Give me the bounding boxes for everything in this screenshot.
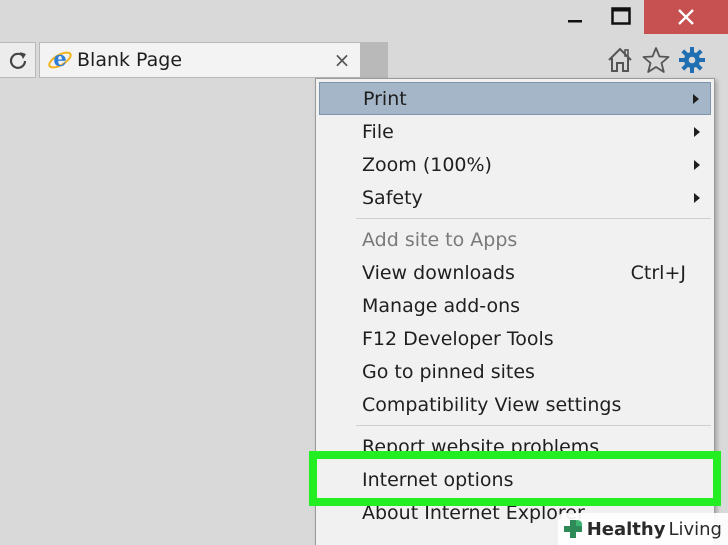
menu-item-print[interactable]: Print (319, 82, 711, 115)
new-tab-button[interactable] (361, 42, 388, 78)
tools-gear-icon (679, 47, 705, 73)
maximize-button[interactable] (598, 0, 644, 32)
favorites-star-icon (642, 47, 670, 73)
submenu-arrow-icon (694, 192, 700, 203)
menu-separator (356, 425, 711, 426)
close-button[interactable] (644, 0, 728, 34)
menu-item-compatibility-view-settings[interactable]: Compatibility View settings (316, 388, 714, 421)
menu-item-label: Zoom (100%) (362, 153, 492, 176)
minimize-button[interactable] (552, 0, 598, 32)
menu-item-shortcut: Ctrl+J (630, 261, 686, 284)
menu-item-label: Go to pinned sites (362, 360, 535, 383)
menu-item-label: F12 Developer Tools (362, 327, 554, 350)
menu-item-safety[interactable]: Safety (316, 181, 714, 214)
maximize-icon (611, 7, 631, 25)
menu-item-label: Manage add-ons (362, 294, 521, 317)
menu-item-label: Print (363, 87, 407, 110)
watermark: Healthy Living (557, 513, 728, 545)
menu-item-label: Safety (362, 186, 423, 209)
close-icon (678, 9, 694, 25)
watermark-brand-bold: Healthy (586, 518, 666, 540)
screenshot-stage: e Blank Page × Print File Zoom (100%) Sa… (0, 0, 728, 545)
refresh-button[interactable] (0, 42, 36, 78)
menu-item-add-site-to-apps: Add site to Apps (316, 223, 714, 256)
menu-item-label: Internet options (362, 468, 514, 491)
minimize-icon (568, 20, 582, 23)
tab-close-button[interactable]: × (332, 48, 352, 72)
menu-item-f12-developer-tools[interactable]: F12 Developer Tools (316, 322, 714, 355)
window-controls (552, 0, 728, 36)
menu-item-label: Report website problems (362, 435, 600, 458)
menu-item-internet-options[interactable]: Internet options (316, 463, 714, 496)
favorites-button[interactable] (640, 44, 672, 76)
home-icon (608, 47, 632, 72)
watermark-brand: Living (668, 518, 722, 540)
browser-toolbar: e Blank Page × (0, 40, 728, 82)
menu-item-label: Add site to Apps (362, 228, 518, 251)
menu-item-report-website-problems[interactable]: Report website problems (316, 430, 714, 463)
refresh-icon (9, 52, 26, 69)
plus-leaf-icon (563, 520, 582, 538)
menu-item-zoom[interactable]: Zoom (100%) (316, 148, 714, 181)
menu-item-label: File (362, 120, 394, 143)
menu-item-label: Compatibility View settings (362, 393, 622, 416)
menu-item-manage-add-ons[interactable]: Manage add-ons (316, 289, 714, 322)
menu-separator (356, 218, 711, 219)
toolbar-icons (604, 44, 708, 76)
submenu-arrow-icon (693, 93, 699, 104)
tools-button[interactable] (676, 44, 708, 76)
menu-item-label: View downloads (362, 261, 515, 284)
submenu-arrow-icon (694, 159, 700, 170)
menu-item-view-downloads[interactable]: View downloads Ctrl+J (316, 256, 714, 289)
menu-item-go-to-pinned-sites[interactable]: Go to pinned sites (316, 355, 714, 388)
tab-title: Blank Page (77, 49, 183, 71)
tools-menu: Print File Zoom (100%) Safety Add site t… (315, 78, 715, 545)
svg-text:e: e (53, 47, 66, 71)
menu-item-file[interactable]: File (316, 115, 714, 148)
home-button[interactable] (604, 44, 636, 76)
submenu-arrow-icon (694, 126, 700, 137)
internet-explorer-icon: e (47, 47, 73, 73)
menu-item-label: About Internet Explorer (362, 501, 585, 524)
browser-tab[interactable]: e Blank Page × (39, 42, 361, 78)
